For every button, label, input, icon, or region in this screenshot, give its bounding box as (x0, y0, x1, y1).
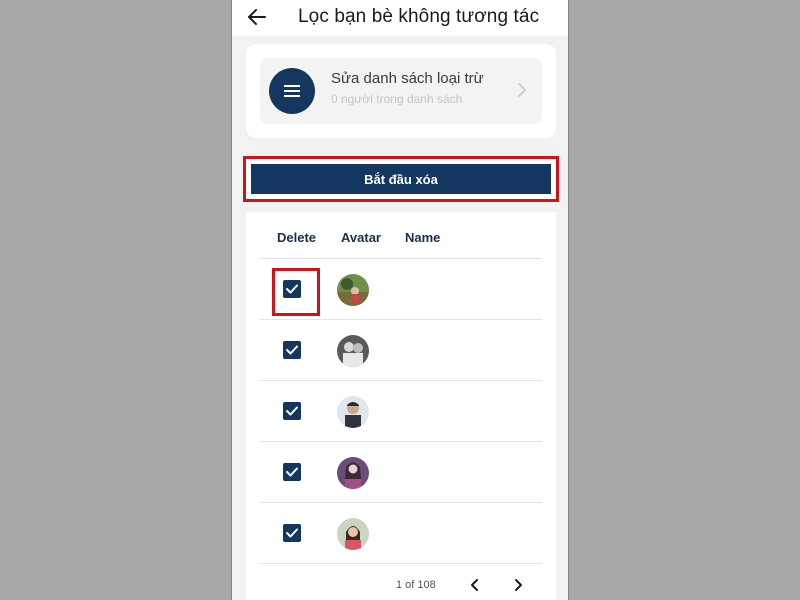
column-delete: Delete (277, 230, 317, 245)
avatar (337, 274, 369, 306)
edit-exclude-list-button[interactable]: Sửa danh sách loại trừ 0 người trong dan… (260, 58, 542, 124)
start-delete-highlight: Bắt đầu xóa (243, 156, 559, 202)
chevron-right-icon (515, 579, 522, 591)
avatar (337, 335, 369, 367)
pagination: 1 of 108 (246, 570, 556, 600)
avatar (337, 518, 369, 550)
app-bar: Lọc bạn bè không tương tác (232, 0, 568, 36)
delete-checkbox[interactable] (283, 463, 301, 481)
start-delete-button[interactable]: Bắt đầu xóa (251, 164, 551, 194)
table-row (246, 503, 556, 564)
avatar (337, 396, 369, 428)
previous-page-button[interactable] (463, 573, 487, 597)
exclude-list-card: Sửa danh sách loại trừ 0 người trong dan… (246, 44, 556, 138)
checkmark-icon (286, 528, 298, 538)
back-button[interactable] (242, 2, 272, 32)
chevron-right-icon (512, 78, 532, 102)
checkmark-icon (286, 284, 298, 294)
delete-checkbox[interactable] (283, 280, 301, 298)
checkmark-icon (286, 345, 298, 355)
table-row (246, 381, 556, 442)
friends-rows (246, 259, 556, 564)
delete-checkbox[interactable] (283, 402, 301, 420)
page-indicator: 1 of 108 (396, 579, 436, 591)
chevron-left-icon (471, 579, 478, 591)
delete-checkbox[interactable] (283, 341, 301, 359)
arrow-left-icon (248, 9, 266, 25)
phone-screen: Lọc bạn bè không tương tác Sửa danh sách… (231, 0, 569, 600)
exclude-list-count: 0 người trong danh sách (331, 92, 463, 106)
delete-checkbox[interactable] (283, 524, 301, 542)
checkmark-icon (286, 467, 298, 477)
menu-icon-circle (269, 68, 315, 114)
column-name: Name (405, 230, 441, 245)
table-row (246, 442, 556, 503)
checkmark-icon (286, 406, 298, 416)
next-page-button[interactable] (506, 573, 530, 597)
menu-icon (284, 85, 300, 97)
list-header: Delete Avatar Name (246, 212, 556, 258)
table-row (246, 320, 556, 381)
exclude-list-title: Sửa danh sách loại trừ (331, 70, 484, 87)
page-title: Lọc bạn bè không tương tác (298, 6, 540, 27)
column-avatar: Avatar (341, 230, 381, 245)
table-row (246, 259, 556, 320)
friends-list-card: Delete Avatar Name 1 of 108 (246, 212, 556, 600)
avatar (337, 457, 369, 489)
